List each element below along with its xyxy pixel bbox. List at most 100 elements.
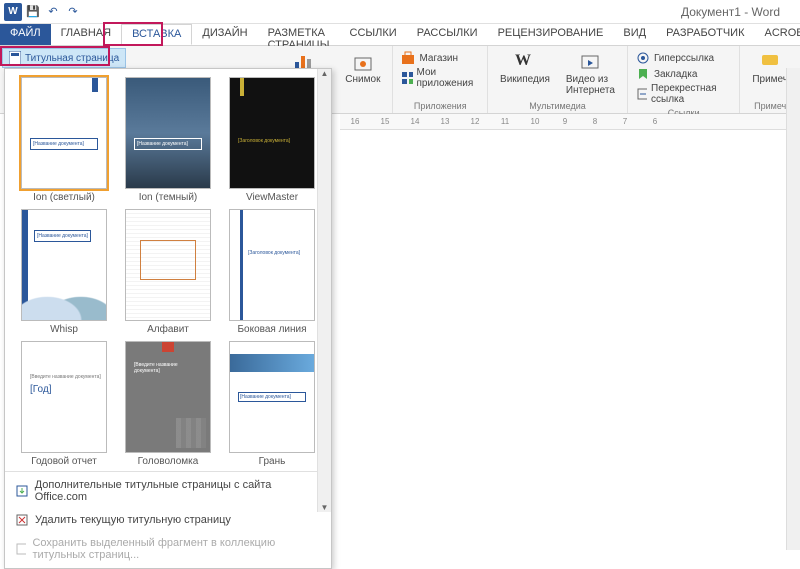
- ruler-mark: 16: [340, 117, 370, 126]
- gallery-more-office[interactable]: Дополнительные титульные страницы с сайт…: [5, 474, 331, 508]
- ribbon-group-apps: Магазин Мои приложения Приложения: [393, 46, 488, 113]
- title-bar: W 💾 ↶ ↷ Документ1 - Word: [0, 0, 800, 24]
- scroll-up-icon[interactable]: ▲: [321, 69, 329, 78]
- thumb-preview-text: [Заголовок документа]: [238, 138, 290, 144]
- ruler-mark: 14: [400, 117, 430, 126]
- thumb-label: ViewMaster: [246, 192, 298, 203]
- thumb-preview-text: [Название документа]: [134, 138, 202, 150]
- ruler-mark: 9: [550, 117, 580, 126]
- link-icon: [636, 51, 650, 65]
- apps-icon: [401, 71, 412, 85]
- undo-icon[interactable]: ↶: [44, 3, 62, 21]
- word-app-icon: W: [4, 3, 22, 21]
- tab-review[interactable]: РЕЦЕНЗИРОВАНИЕ: [488, 24, 614, 45]
- gallery-footer: Дополнительные титульные страницы с сайт…: [5, 471, 331, 568]
- thumb-label: Боковая линия: [237, 324, 306, 335]
- gallery-item-ion-light[interactable]: [Название документа] Ion (светлый): [15, 77, 113, 203]
- tab-layout[interactable]: РАЗМЕТКА СТРАНИЦЫ: [258, 24, 340, 45]
- thumb-preview-text: [Заголовок документа]: [248, 250, 300, 256]
- group-label-apps: Приложения: [401, 101, 479, 111]
- bookmark-button[interactable]: Закладка: [636, 66, 731, 82]
- cover-page-button[interactable]: Титульная страница: [2, 48, 126, 68]
- gallery-save-selection: Сохранить выделенный фрагмент в коллекци…: [5, 532, 331, 566]
- gallery-item-ion-dark[interactable]: [Название документа] Ion (темный): [119, 77, 217, 203]
- online-video-button[interactable]: Видео из Интернета: [562, 50, 619, 98]
- download-icon: [15, 484, 29, 498]
- ruler-mark: 6: [640, 117, 670, 126]
- crossref-label: Перекрестная ссылка: [651, 83, 731, 105]
- crossref-icon: [636, 87, 647, 101]
- gallery-scrollbar[interactable]: ▲▼: [317, 69, 331, 512]
- ribbon-tabs: ФАЙЛ ГЛАВНАЯ ВСТАВКА ДИЗАЙН РАЗМЕТКА СТР…: [0, 24, 800, 46]
- redo-icon[interactable]: ↷: [64, 3, 82, 21]
- camera-icon: [353, 52, 373, 72]
- page-icon: [9, 51, 21, 65]
- hyperlink-label: Гиперссылка: [654, 53, 714, 64]
- thumb-label: Whisp: [50, 324, 78, 335]
- gallery-item-annual-report[interactable]: [Введите название документа][Год] Годово…: [15, 341, 113, 467]
- wikipedia-label: Википедия: [500, 74, 550, 85]
- ribbon-group-media: W Википедия Видео из Интернета Мультимед…: [488, 46, 628, 113]
- quick-access-toolbar: W 💾 ↶ ↷: [0, 3, 86, 21]
- tab-file[interactable]: ФАЙЛ: [0, 24, 51, 45]
- save-selection-icon: [15, 542, 26, 556]
- vertical-scrollbar[interactable]: [786, 68, 800, 550]
- thumb-label: Ion (темный): [139, 192, 198, 203]
- comment-icon: [760, 52, 780, 72]
- delete-icon: [15, 513, 29, 527]
- screenshot-label: Снимок: [345, 74, 380, 85]
- gallery-item-sideline[interactable]: [Заголовок документа] Боковая линия: [223, 209, 321, 335]
- tab-home[interactable]: ГЛАВНАЯ: [51, 24, 121, 45]
- thumb-label: Грань: [259, 456, 286, 467]
- gallery-item-puzzle[interactable]: [Введите название документа] Головоломка: [119, 341, 217, 467]
- tab-insert[interactable]: ВСТАВКА: [121, 24, 192, 45]
- tab-mailings[interactable]: РАССЫЛКИ: [407, 24, 488, 45]
- tab-references[interactable]: ССЫЛКИ: [340, 24, 407, 45]
- thumb-label: Алфавит: [147, 324, 189, 335]
- hyperlink-button[interactable]: Гиперссылка: [636, 50, 731, 66]
- tab-design[interactable]: ДИЗАЙН: [192, 24, 257, 45]
- video-label: Видео из Интернета: [566, 74, 615, 96]
- scroll-down-icon[interactable]: ▼: [321, 503, 329, 512]
- thumb-preview-year: [Год]: [30, 384, 51, 395]
- ruler-mark: 8: [580, 117, 610, 126]
- thumb-label: Годовой отчет: [31, 456, 97, 467]
- gallery-item-facet[interactable]: [Название документа] Грань: [223, 341, 321, 467]
- video-icon: [580, 52, 600, 72]
- crossref-button[interactable]: Перекрестная ссылка: [636, 82, 731, 106]
- save-icon[interactable]: 💾: [24, 3, 42, 21]
- tab-view[interactable]: ВИД: [613, 24, 656, 45]
- thumb-label: Ion (светлый): [33, 192, 95, 203]
- ruler-mark: 15: [370, 117, 400, 126]
- bookmark-label: Закладка: [654, 69, 697, 80]
- thumb-preview-text: [Введите название документа]: [134, 362, 202, 374]
- thumb-preview-text: [Название документа]: [34, 230, 91, 242]
- ruler-mark: 7: [610, 117, 640, 126]
- ruler-mark: 12: [460, 117, 490, 126]
- screenshot-button[interactable]: Снимок: [341, 50, 384, 87]
- ruler-mark: 10: [520, 117, 550, 126]
- gallery-more-label: Дополнительные титульные страницы с сайт…: [35, 479, 321, 503]
- myapps-button[interactable]: Мои приложения: [401, 66, 479, 90]
- comment-label: Примеч: [752, 74, 788, 85]
- thumb-label: Головоломка: [138, 456, 199, 467]
- gallery-item-alphabet[interactable]: Алфавит: [119, 209, 217, 335]
- thumb-preview-text: [Название документа]: [238, 392, 306, 402]
- thumb-preview-text: [Название документа]: [30, 138, 98, 150]
- bookmark-icon: [636, 67, 650, 81]
- document-title: Документ1 - Word: [86, 5, 800, 19]
- gallery-remove-cover[interactable]: Удалить текущую титульную страницу: [5, 508, 331, 532]
- gallery-save-label: Сохранить выделенный фрагмент в коллекци…: [32, 537, 321, 561]
- gallery-item-whisp[interactable]: [Название документа] Whisp: [15, 209, 113, 335]
- tab-developer[interactable]: РАЗРАБОТЧИК: [656, 24, 754, 45]
- store-icon: [401, 51, 415, 65]
- cover-page-label: Титульная страница: [25, 53, 119, 64]
- myapps-label: Мои приложения: [417, 67, 480, 89]
- wikipedia-button[interactable]: W Википедия: [496, 50, 554, 87]
- gallery-item-viewmaster[interactable]: [Заголовок документа] ViewMaster: [223, 77, 321, 203]
- group-label-media: Мультимедиа: [496, 101, 619, 111]
- store-label: Магазин: [419, 53, 458, 64]
- store-button[interactable]: Магазин: [401, 50, 479, 66]
- horizontal-ruler: 16 15 14 13 12 11 10 9 8 7 6: [340, 114, 800, 130]
- tab-acrobat[interactable]: ACROBAT: [755, 24, 800, 45]
